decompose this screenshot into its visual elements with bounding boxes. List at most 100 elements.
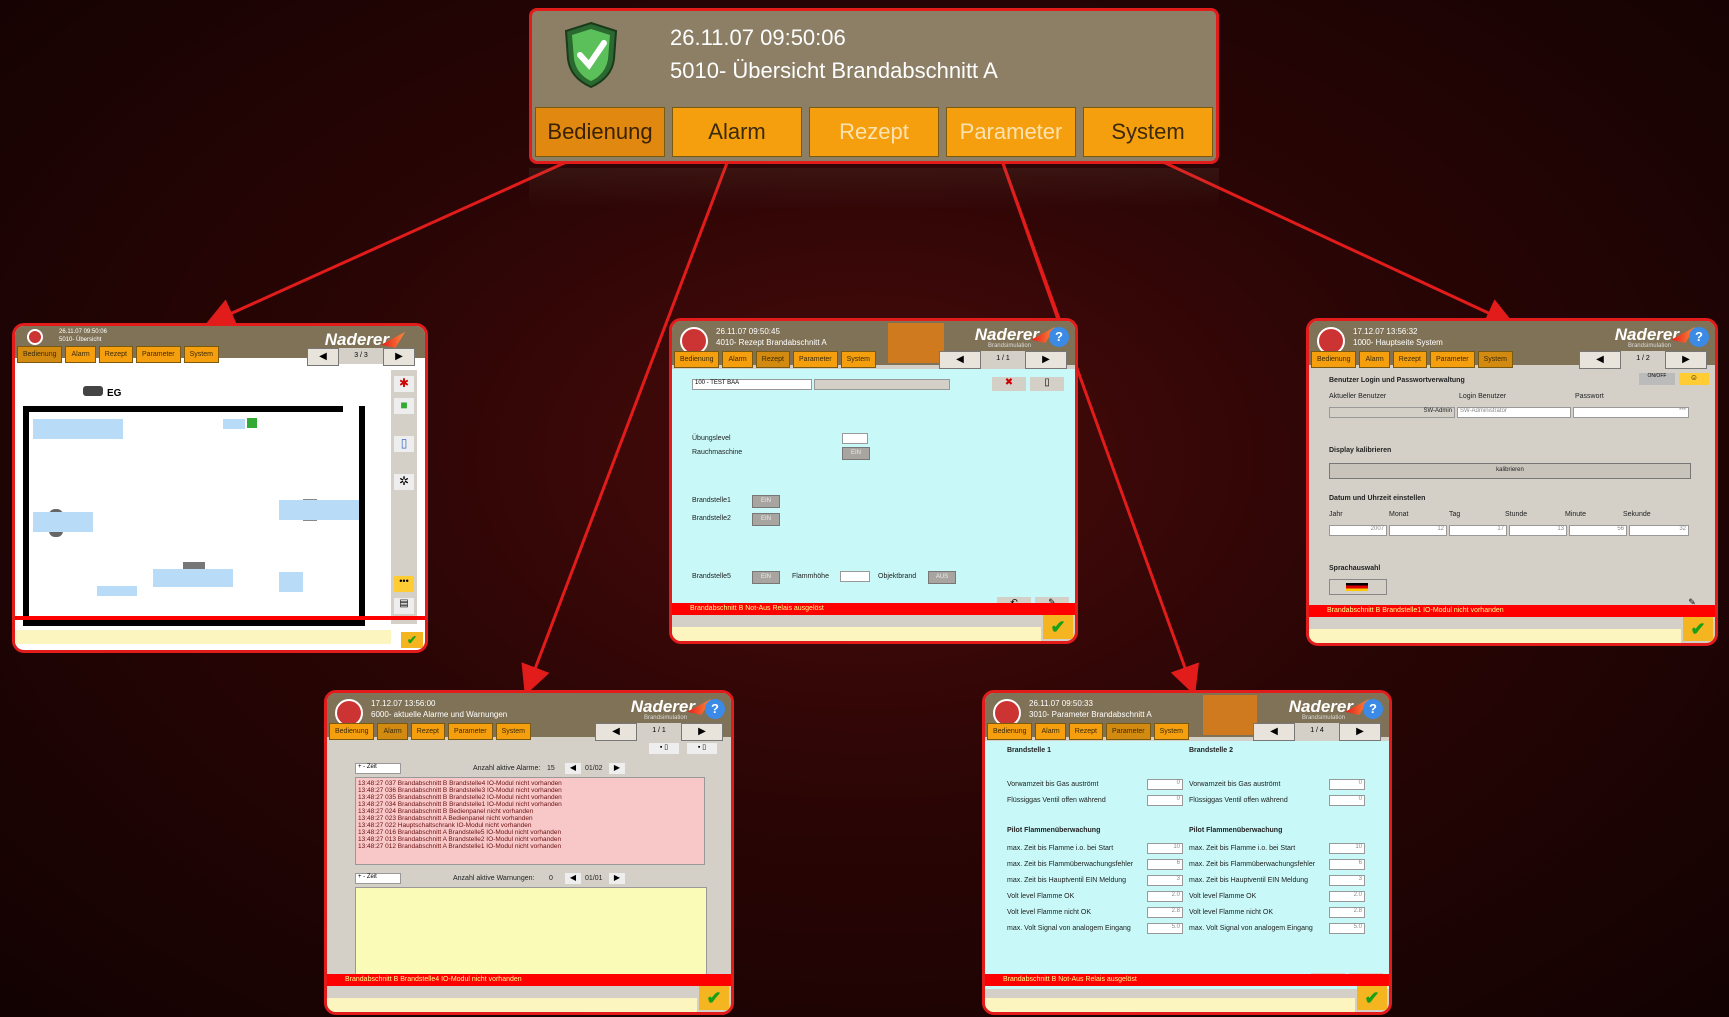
confirm-button[interactable]: ✔ — [1683, 617, 1713, 641]
confirm-button[interactable]: ✔ — [1357, 986, 1387, 1010]
day-field[interactable]: 17 — [1449, 525, 1507, 536]
prev-page-button[interactable]: ◀ — [595, 723, 637, 741]
tab-system[interactable]: System — [183, 346, 219, 363]
help-icon[interactable]: ? — [1363, 699, 1383, 719]
tab-rezept[interactable]: Rezept — [809, 107, 939, 157]
tab-parameter[interactable]: Parameter — [447, 723, 493, 740]
prev-alarm-button[interactable]: ◀ — [565, 763, 581, 774]
tab-alarm[interactable]: Alarm — [1035, 723, 1066, 740]
level-field[interactable] — [842, 433, 868, 444]
tab-system[interactable]: System — [1083, 107, 1213, 157]
param-field[interactable]: 3 — [1147, 875, 1183, 886]
list-item[interactable]: 13:48:27 013 Brandabschnitt A Brandstell… — [358, 836, 702, 843]
tab-alarm[interactable]: Alarm — [1359, 351, 1390, 368]
param-field[interactable]: 2.8 — [1329, 907, 1365, 918]
list-item[interactable]: 13:48:27 024 Brandabschnitt B Bedienpane… — [358, 808, 702, 815]
param-field[interactable]: 2.0 — [1329, 891, 1365, 902]
help-icon[interactable]: ? — [1689, 327, 1709, 347]
recipe-select[interactable]: 100 - TEST BAA — [692, 379, 812, 390]
filter-icon[interactable]: ▪ ▯ — [649, 743, 679, 754]
tab-rezept[interactable]: Rezept — [410, 723, 445, 740]
warning-sort-select[interactable]: + - Zeit — [355, 873, 401, 884]
prev-page-button[interactable]: ◀ — [939, 351, 981, 369]
tab-system[interactable]: System — [840, 351, 876, 368]
alarm-icon[interactable]: ✱ — [394, 376, 414, 392]
next-alarm-button[interactable]: ▶ — [609, 763, 625, 774]
tab-bedienung[interactable]: Bedienung — [17, 346, 63, 363]
list-item[interactable]: 13:48:27 023 Brandabschnitt A Bedienpane… — [358, 815, 702, 822]
tab-alarm[interactable]: Alarm — [672, 107, 802, 157]
list-item[interactable]: 13:48:27 035 Brandabschnitt B Brandstell… — [358, 794, 702, 801]
next-page-button[interactable]: ▶ — [383, 348, 415, 366]
alarm-list[interactable]: 13:48:27 037 Brandabschnitt B Brandstell… — [355, 777, 705, 865]
tab-parameter[interactable]: Parameter — [1105, 723, 1151, 740]
floor-switch-icon[interactable]: ▤ — [394, 598, 414, 614]
next-page-button[interactable]: ▶ — [1665, 351, 1707, 369]
alarm-sort-select[interactable]: + - Zeit — [355, 763, 401, 774]
tab-system[interactable]: System — [495, 723, 531, 740]
german-flag-icon[interactable] — [1329, 579, 1387, 595]
smoke-toggle[interactable]: EIN — [842, 447, 870, 460]
next-page-button[interactable]: ▶ — [1339, 723, 1381, 741]
tab-system[interactable]: System — [1153, 723, 1189, 740]
param-field[interactable]: 2.0 — [1147, 891, 1183, 902]
list-item[interactable]: 13:48:27 034 Brandabschnitt B Brandstell… — [358, 801, 702, 808]
tab-rezept[interactable]: Rezept — [755, 351, 790, 368]
tab-parameter[interactable]: Parameter — [946, 107, 1076, 157]
tab-alarm[interactable]: Alarm — [722, 351, 753, 368]
param-field[interactable]: 0 — [1329, 795, 1365, 806]
param-field[interactable]: 5.0 — [1147, 923, 1183, 934]
brandstelle1-toggle[interactable]: EIN — [752, 495, 780, 508]
tab-rezept[interactable]: Rezept — [1068, 723, 1103, 740]
tab-parameter[interactable]: Parameter — [135, 346, 181, 363]
list-item[interactable]: 13:48:27 037 Brandabschnitt B Brandstell… — [358, 780, 702, 787]
next-warning-button[interactable]: ▶ — [609, 873, 625, 884]
param-field[interactable]: 2.8 — [1147, 907, 1183, 918]
param-field[interactable]: 10 — [1329, 843, 1365, 854]
list-item[interactable]: 13:48:27 016 Brandabschnitt A Brandstell… — [358, 829, 702, 836]
prev-page-button[interactable]: ◀ — [1253, 723, 1295, 741]
tab-parameter[interactable]: Parameter — [1429, 351, 1475, 368]
prev-warning-button[interactable]: ◀ — [565, 873, 581, 884]
year-field[interactable]: 2007 — [1329, 525, 1387, 536]
param-field[interactable]: 6 — [1147, 859, 1183, 870]
param-field[interactable]: 6 — [1329, 859, 1365, 870]
list-item[interactable]: 13:48:27 022 Hauptschaltschrank IO-Modul… — [358, 822, 702, 829]
next-page-button[interactable]: ▶ — [681, 723, 723, 741]
brandstelle2-toggle[interactable]: EIN — [752, 513, 780, 526]
help-icon[interactable]: ? — [705, 699, 725, 719]
param-field[interactable]: 0 — [1147, 795, 1183, 806]
delete-icon[interactable]: ✖ — [992, 377, 1026, 391]
prev-page-button[interactable]: ◀ — [1579, 351, 1621, 369]
param-field[interactable]: 0 — [1147, 779, 1183, 790]
hour-field[interactable]: 13 — [1509, 525, 1567, 536]
param-field[interactable]: 3 — [1329, 875, 1365, 886]
next-page-button[interactable]: ▶ — [1025, 351, 1067, 369]
confirm-button[interactable]: ✔ — [1043, 615, 1073, 639]
warning-list[interactable] — [355, 887, 707, 981]
door-icon[interactable]: ▯ — [394, 436, 414, 452]
tab-bedienung[interactable]: Bedienung — [987, 723, 1033, 740]
list-item[interactable]: 13:48:27 012 Brandabschnitt A Brandstell… — [358, 843, 702, 850]
confirm-button[interactable]: ✔ — [699, 986, 729, 1010]
calibrate-button[interactable]: kalibrieren — [1329, 463, 1691, 479]
tab-bedienung[interactable]: Bedienung — [329, 723, 375, 740]
status-icon[interactable]: ■ — [394, 398, 414, 414]
filter-icon[interactable]: ▪ ▯ — [687, 743, 717, 754]
param-field[interactable]: 5.0 — [1329, 923, 1365, 934]
tab-alarm[interactable]: Alarm — [65, 346, 96, 363]
second-field[interactable]: 32 — [1629, 525, 1689, 536]
tab-system[interactable]: System — [1477, 351, 1513, 368]
more-icon[interactable]: ••• — [394, 576, 414, 592]
list-item[interactable]: 13:48:27 036 Brandabschnitt B Brandstell… — [358, 787, 702, 794]
tab-bedienung[interactable]: Bedienung — [535, 107, 665, 157]
tab-parameter[interactable]: Parameter — [792, 351, 838, 368]
confirm-button[interactable]: ✔ — [401, 632, 423, 648]
month-field[interactable]: 12 — [1389, 525, 1447, 536]
tab-rezept[interactable]: Rezept — [1392, 351, 1427, 368]
new-file-icon[interactable]: ▯ — [1030, 377, 1064, 391]
help-icon[interactable]: ? — [1049, 327, 1069, 347]
tab-rezept[interactable]: Rezept — [98, 346, 133, 363]
login-user-field[interactable]: SW-Administrator — [1457, 407, 1571, 418]
user-icon[interactable]: ☺ — [1679, 373, 1709, 385]
